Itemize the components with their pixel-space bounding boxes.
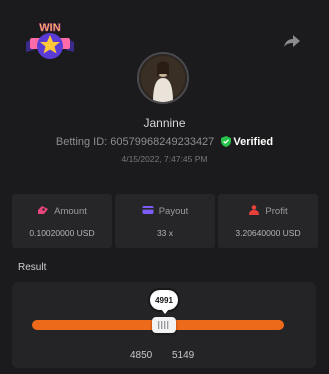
profit-icon [248, 204, 260, 218]
share-arrow-icon[interactable] [283, 33, 301, 49]
username: Jannine [143, 116, 186, 130]
result-panel: 4991 4850 5149 [12, 282, 316, 368]
avatar [137, 52, 189, 104]
betting-id-line: Betting ID: 60579968249233427 Verified [0, 136, 329, 150]
win-badge: WIN [22, 20, 78, 62]
result-label: Result [18, 262, 47, 273]
payout-card-icon [142, 205, 154, 218]
verified-label: Verified [233, 136, 274, 148]
range-high: 5149 [172, 350, 195, 361]
win-badge-text: WIN [39, 22, 60, 34]
profit-value: 3.20640000 USD [235, 227, 301, 238]
result-value-bubble: 4991 [150, 290, 178, 310]
slider-handle[interactable] [152, 317, 176, 333]
bubble-pointer [161, 309, 169, 314]
profit-label: Profit [265, 205, 288, 217]
verified-shield-icon [221, 136, 232, 150]
payout-card: Payout 33 x [115, 194, 215, 248]
amount-card: Amount 0.10020000 USD [12, 194, 112, 248]
betting-id-value: 60579968249233427 [110, 136, 215, 148]
grip-icon [158, 321, 169, 329]
amount-value: 0.10020000 USD [29, 227, 95, 238]
stats-row: Amount 0.10020000 USD Payout 33 x Profit [12, 194, 318, 248]
amount-label: Amount [54, 205, 87, 217]
profit-card: Profit 3.20640000 USD [218, 194, 318, 248]
payout-label: Payout [158, 205, 189, 217]
bet-timestamp: 4/15/2022, 7:47:45 PM [121, 154, 208, 164]
amount-icon [37, 205, 49, 218]
payout-value: 33 x [156, 227, 174, 238]
range-low: 4850 [130, 350, 153, 361]
betting-id-label: Betting ID: [55, 136, 108, 148]
